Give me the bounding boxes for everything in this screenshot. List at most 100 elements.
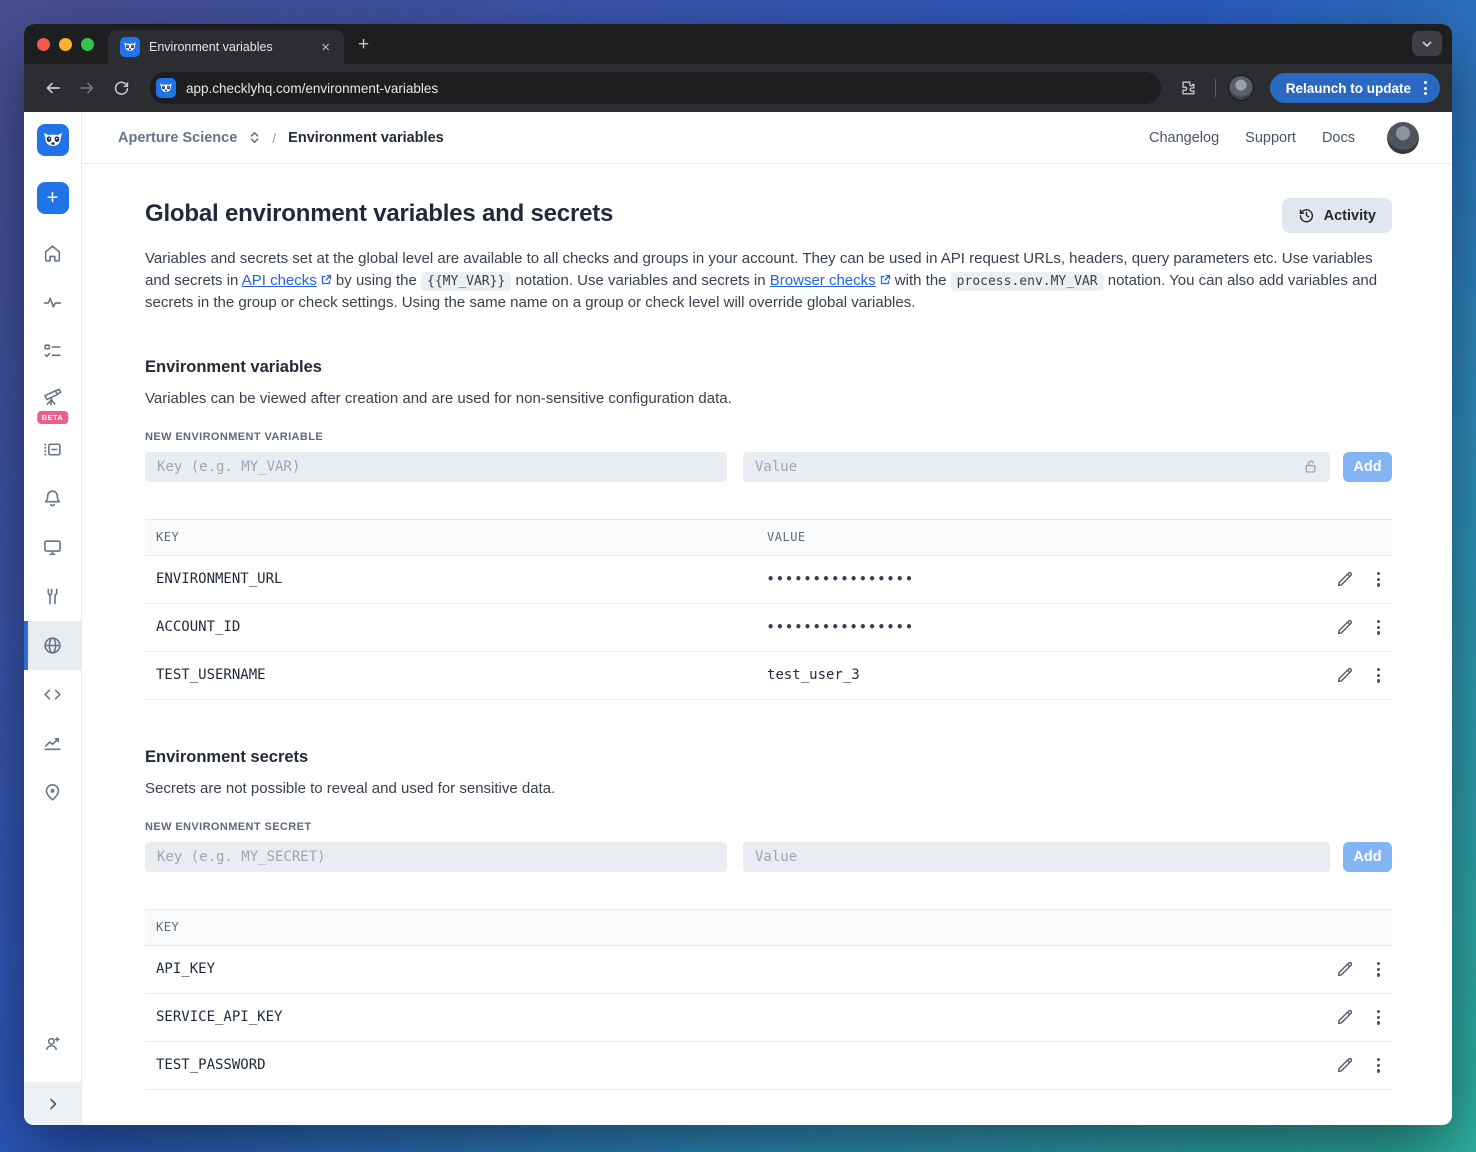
chart-line-icon <box>44 737 61 751</box>
row-menu-icon[interactable] <box>1375 1008 1382 1027</box>
zoom-window-button[interactable] <box>81 37 94 51</box>
tab-search-chevron-icon[interactable] <box>1412 31 1442 56</box>
page-title: Global environment variables and secrets <box>145 200 614 227</box>
window-controls <box>24 24 108 64</box>
map-pin-icon <box>45 784 60 801</box>
beta-badge: BETA <box>36 411 69 424</box>
browser-tab[interactable]: Environment variables × <box>108 30 344 64</box>
code-chip-my-var: {{MY_VAR}} <box>421 271 512 291</box>
edit-pencil-icon[interactable] <box>1336 619 1353 636</box>
secrets-section-heading: Environment secrets <box>145 747 309 766</box>
checkly-app: + BETA Aperture Science / Environment va… <box>24 112 1452 1125</box>
relaunch-label: Relaunch to update <box>1285 80 1411 96</box>
browser-window: Environment variables × + app.checklyhq.… <box>24 24 1452 1125</box>
secret-key-input[interactable] <box>145 841 727 872</box>
intro-paragraph: Variables and secrets set at the global … <box>145 250 1378 312</box>
url-path: /environment-variables <box>301 80 439 96</box>
new-variable-label: NEW ENVIRONMENT VARIABLE <box>145 430 324 443</box>
browser-profile-avatar[interactable] <box>1227 75 1254 101</box>
edit-pencil-icon[interactable] <box>1336 1009 1353 1026</box>
variable-key: TEST_USERNAME <box>145 651 757 700</box>
bell-icon <box>44 490 61 507</box>
sidebar-item-environment-variables[interactable] <box>24 621 81 670</box>
secrets-table: KEY API_KEY SERVICE_API_KEY TEST_PASSWOR… <box>145 909 1392 1090</box>
tab-close-icon[interactable]: × <box>317 38 334 57</box>
table-row: API_KEY <box>145 945 1392 994</box>
secret-value-input[interactable] <box>743 841 1330 872</box>
monitor-icon <box>44 540 61 556</box>
minimize-window-button[interactable] <box>59 37 72 51</box>
main-area: Aperture Science / Environment variables… <box>82 112 1452 1125</box>
api-checks-link[interactable]: API checks <box>242 272 317 289</box>
sidebar-item-maintenance[interactable] <box>24 572 81 621</box>
secret-key: TEST_PASSWORD <box>145 1041 1306 1090</box>
sidebar-item-checks[interactable] <box>24 327 81 376</box>
browser-checks-link[interactable]: Browser checks <box>770 272 876 289</box>
url-bar[interactable]: app.checklyhq.com/environment-variables <box>150 72 1161 104</box>
back-icon[interactable] <box>38 73 68 103</box>
edit-pencil-icon[interactable] <box>1336 1057 1353 1074</box>
pulse-icon <box>43 297 62 308</box>
sidebar-item-invite-user[interactable] <box>24 1019 81 1068</box>
sidebar: + BETA <box>24 112 82 1125</box>
sidebar-item-explore-beta[interactable]: BETA <box>24 376 81 425</box>
new-secret-form: Add <box>145 841 1392 872</box>
table-row: SERVICE_API_KEY <box>145 993 1392 1042</box>
support-link[interactable]: Support <box>1245 130 1296 146</box>
code-chip-process-env: process.env.MY_VAR <box>950 271 1104 291</box>
close-window-button[interactable] <box>37 37 50 51</box>
relaunch-menu-icon[interactable] <box>1421 81 1430 95</box>
chevron-right-icon <box>49 1098 56 1109</box>
sidebar-item-cli[interactable] <box>24 670 81 719</box>
sidebar-item-activity[interactable] <box>24 278 81 327</box>
activity-button[interactable]: Activity <box>1281 198 1392 233</box>
account-switcher-chevrons-icon[interactable] <box>247 130 262 145</box>
row-menu-icon[interactable] <box>1375 570 1382 589</box>
refresh-icon[interactable] <box>106 73 136 103</box>
table-row: TEST_USERNAME test_user_3 <box>145 651 1392 700</box>
new-tab-button[interactable]: + <box>358 34 369 56</box>
sidebar-item-analytics[interactable] <box>24 719 81 768</box>
edit-pencil-icon[interactable] <box>1336 961 1353 978</box>
row-menu-icon[interactable] <box>1375 666 1382 685</box>
sidebar-item-dashboards[interactable] <box>24 523 81 572</box>
sidebar-item-runtimes[interactable] <box>24 425 81 474</box>
sidebar-item-home[interactable] <box>24 229 81 278</box>
variable-value-masked: •••••••••••••••• <box>756 555 1306 604</box>
user-plus-icon <box>45 1036 60 1051</box>
edit-pencil-icon[interactable] <box>1336 667 1353 684</box>
user-avatar[interactable] <box>1387 121 1419 154</box>
create-new-button[interactable]: + <box>36 182 69 214</box>
sidebar-item-alerts[interactable] <box>24 474 81 523</box>
checkly-logo[interactable] <box>36 124 69 156</box>
table-row: TEST_PASSWORD <box>145 1041 1392 1090</box>
forward-icon[interactable] <box>72 73 102 103</box>
extensions-puzzle-icon[interactable] <box>1173 73 1203 103</box>
sidebar-item-locations[interactable] <box>24 768 81 817</box>
expand-sidebar-button[interactable] <box>24 1082 81 1125</box>
variable-key-input[interactable] <box>145 451 727 482</box>
new-secret-label: NEW ENVIRONMENT SECRET <box>145 820 312 833</box>
home-icon <box>44 245 61 262</box>
variable-key: ACCOUNT_ID <box>145 603 757 652</box>
browser-toolbar: app.checklyhq.com/environment-variables … <box>24 64 1452 112</box>
variables-section-description: Variables can be viewed after creation a… <box>145 389 732 407</box>
row-menu-icon[interactable] <box>1375 1056 1382 1075</box>
variable-value-input[interactable] <box>743 451 1330 482</box>
row-menu-icon[interactable] <box>1375 960 1382 979</box>
variable-key: ENVIRONMENT_URL <box>145 555 757 604</box>
add-variable-button[interactable]: Add <box>1343 451 1392 482</box>
row-menu-icon[interactable] <box>1375 618 1382 637</box>
variables-table: KEY VALUE ENVIRONMENT_URL ••••••••••••••… <box>145 519 1392 700</box>
tab-title: Environment variables <box>149 40 273 54</box>
docs-link[interactable]: Docs <box>1322 130 1355 146</box>
add-secret-button[interactable]: Add <box>1343 841 1392 872</box>
secrets-section-description: Secrets are not possible to reveal and u… <box>145 779 556 797</box>
breadcrumb-current: Environment variables <box>288 129 444 146</box>
account-switcher[interactable]: Aperture Science <box>118 130 237 146</box>
changelog-link[interactable]: Changelog <box>1149 130 1219 146</box>
globe-icon <box>44 637 61 654</box>
edit-pencil-icon[interactable] <box>1336 571 1353 588</box>
new-variable-form: Add <box>145 451 1392 482</box>
relaunch-to-update-button[interactable]: Relaunch to update <box>1269 73 1440 103</box>
